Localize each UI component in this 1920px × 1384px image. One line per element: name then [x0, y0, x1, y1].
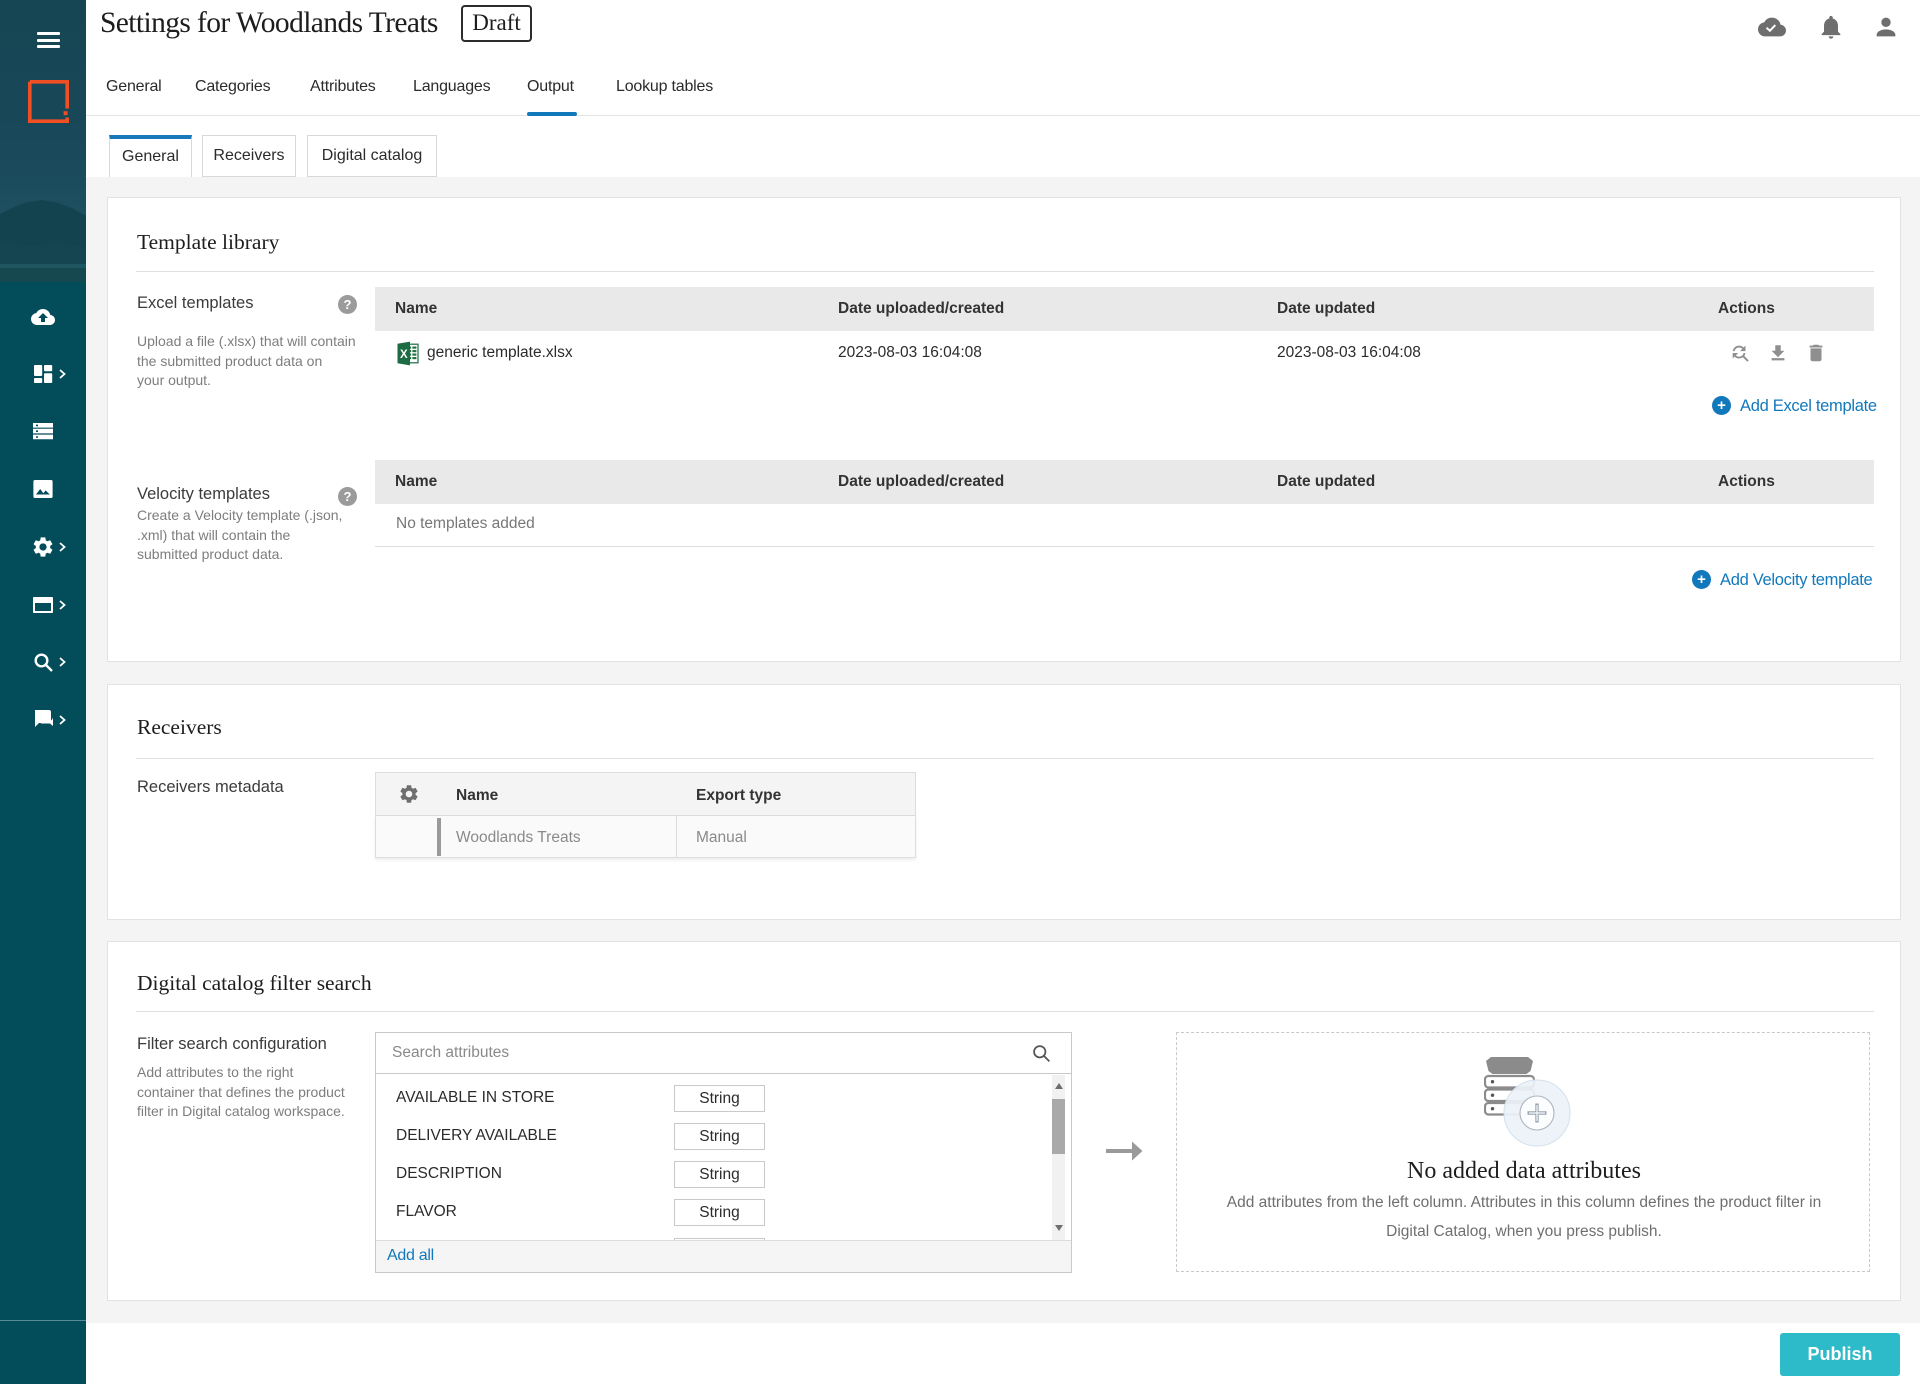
svg-text:X: X — [400, 349, 408, 361]
